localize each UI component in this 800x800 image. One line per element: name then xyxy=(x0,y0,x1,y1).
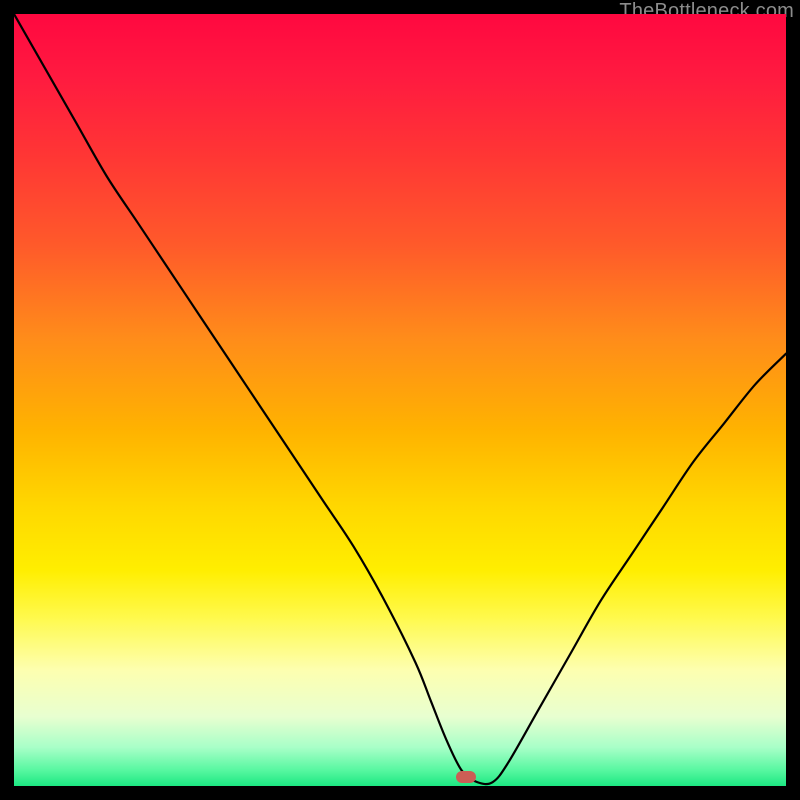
optimum-marker xyxy=(456,771,476,783)
plot-area xyxy=(14,14,786,786)
bottleneck-curve xyxy=(14,14,786,784)
chart-container: TheBottleneck.com xyxy=(0,0,800,800)
curve-svg xyxy=(14,14,786,786)
